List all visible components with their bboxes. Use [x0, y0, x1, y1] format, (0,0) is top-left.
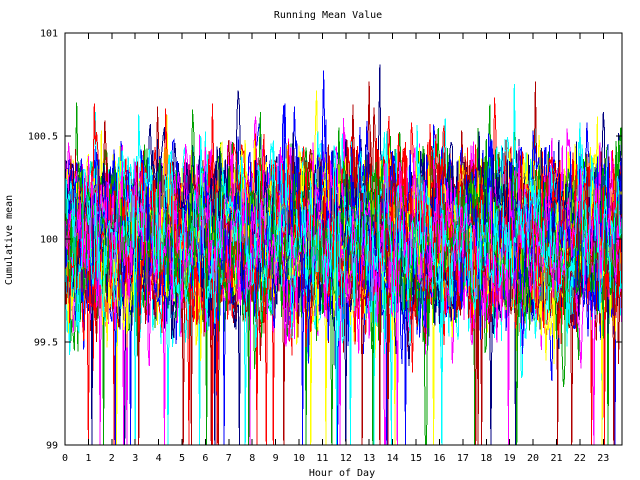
x-tick-label: 13	[363, 453, 375, 464]
x-tick-label: 0	[62, 453, 68, 464]
x-tick-label: 9	[273, 453, 279, 464]
x-tick-label: 15	[410, 453, 422, 464]
x-tick-label: 2	[109, 453, 115, 464]
x-tick-label: 21	[550, 453, 562, 464]
y-tick-label: 100.5	[28, 132, 58, 143]
y-tick-label: 99.5	[34, 338, 58, 349]
x-tick-label: 22	[574, 453, 586, 464]
line-chart-svg: Running Mean Value Hour of Day Cumulativ…	[4, 10, 623, 479]
x-tick-label: 10	[293, 453, 305, 464]
x-tick-label: 1	[85, 453, 91, 464]
x-tick-label: 5	[179, 453, 185, 464]
series-layer	[65, 64, 622, 445]
x-tick-label: 6	[202, 453, 208, 464]
x-tick-label: 8	[249, 453, 255, 464]
x-tick-label: 23	[597, 453, 609, 464]
x-tick-label: 20	[527, 453, 539, 464]
x-tick-label: 11	[316, 453, 328, 464]
x-tick-label: 4	[156, 453, 162, 464]
x-tick-label: 17	[457, 453, 469, 464]
x-axis-label: Hour of Day	[309, 468, 375, 479]
y-axis-label: Cumulative mean	[4, 195, 15, 285]
x-tick-label: 14	[387, 453, 399, 464]
chart-title: Running Mean Value	[274, 10, 382, 21]
y-tick-label: 100	[40, 235, 58, 246]
y-tick-label: 101	[40, 29, 58, 40]
x-tick-label: 12	[340, 453, 352, 464]
chart: Running Mean Value Hour of Day Cumulativ…	[0, 0, 640, 480]
y-tick-label: 99	[46, 441, 58, 452]
x-tick-label: 7	[226, 453, 232, 464]
x-tick-label: 18	[480, 453, 492, 464]
x-tick-label: 16	[433, 453, 445, 464]
x-tick-label: 3	[132, 453, 138, 464]
x-tick-label: 19	[504, 453, 516, 464]
